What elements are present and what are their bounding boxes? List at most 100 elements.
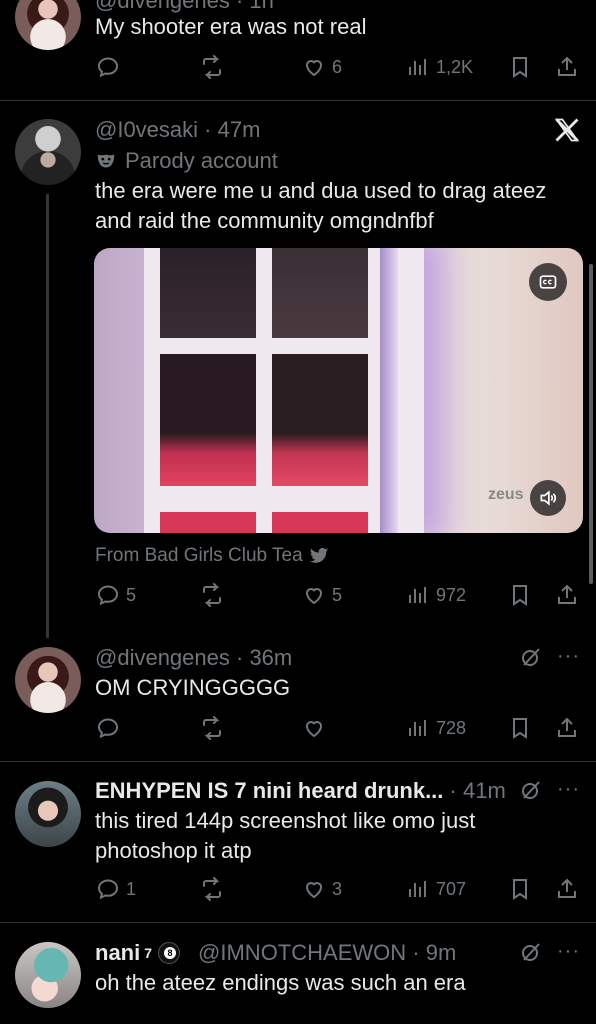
handle[interactable]: @I0vesaki (95, 117, 198, 142)
timestamp[interactable]: 41m (463, 778, 506, 803)
tweet-text: oh the ateez endings was such an era (95, 970, 466, 995)
x-logo-icon[interactable] (553, 116, 581, 144)
bookmark-icon (513, 57, 527, 78)
views-icon (409, 59, 426, 75)
reply-icon (97, 879, 119, 900)
views-icon (409, 587, 426, 603)
share-icon (558, 878, 576, 898)
video-player[interactable]: zeus (94, 248, 583, 533)
mask-icon (97, 154, 115, 168)
like-button[interactable]: 5 (302, 583, 342, 607)
display-name[interactable]: nani (95, 940, 140, 966)
video-pane (160, 248, 256, 338)
share-button[interactable] (555, 716, 579, 740)
like-button[interactable]: 3 (302, 877, 342, 901)
grok-icon[interactable] (519, 645, 543, 669)
repost-button[interactable] (200, 583, 224, 607)
avatar[interactable] (15, 119, 81, 185)
video-source-label: From Bad Girls Club Tea (95, 545, 303, 566)
name-superscript: 7 (144, 945, 153, 961)
volume-icon (540, 490, 557, 506)
heart-icon (305, 882, 323, 899)
heart-icon (305, 588, 323, 605)
thread-line (46, 194, 49, 638)
repost-icon (203, 716, 221, 740)
like-button[interactable]: 6 (302, 55, 342, 79)
share-button[interactable] (555, 877, 579, 901)
divider (0, 922, 596, 923)
bird-icon (309, 547, 328, 563)
reply-icon (97, 585, 119, 606)
bookmark-icon (513, 585, 527, 606)
scrollbar[interactable] (589, 264, 593, 584)
reply-button[interactable]: 1 (96, 877, 136, 901)
handle[interactable]: @divengenes (95, 645, 230, 670)
more-options-icon[interactable]: ··· (557, 778, 580, 801)
like-count: 6 (332, 56, 343, 77)
like-count: 5 (332, 584, 343, 605)
share-button[interactable] (555, 55, 579, 79)
bookmark-icon (513, 879, 527, 900)
repost-icon (203, 55, 221, 79)
views-icon (409, 720, 426, 736)
badge-label: Parody account (125, 148, 278, 173)
reply-count: 5 (126, 584, 137, 605)
timestamp[interactable]: 47m (218, 117, 261, 142)
views-button[interactable]: 1,2K (406, 55, 473, 79)
views-button[interactable]: 972 (406, 583, 466, 607)
bookmark-button[interactable] (508, 55, 532, 79)
divider (0, 761, 596, 762)
avatar[interactable] (15, 0, 81, 50)
video-pane (272, 354, 368, 486)
view-count: 707 (436, 878, 467, 899)
handle[interactable]: @IMNOTCHAEWON (198, 940, 406, 965)
bookmark-icon (513, 718, 527, 739)
reply-icon (97, 57, 119, 78)
more-options-icon[interactable]: ··· (557, 645, 580, 668)
reply-button[interactable] (96, 716, 120, 740)
view-count: 1,2K (436, 56, 474, 77)
views-icon (409, 881, 426, 897)
like-button[interactable] (302, 716, 326, 740)
video-pane (160, 354, 256, 486)
avatar[interactable] (15, 781, 81, 847)
view-count: 728 (436, 717, 467, 738)
timestamp[interactable]: 36m (249, 645, 292, 670)
repost-button[interactable] (200, 877, 224, 901)
bookmark-button[interactable] (508, 716, 532, 740)
bookmark-button[interactable] (508, 583, 532, 607)
timestamp[interactable]: 9m (426, 940, 457, 965)
eight-ball-icon: 8 (158, 942, 181, 964)
repost-button[interactable] (200, 55, 224, 79)
share-icon (558, 717, 576, 737)
view-count: 972 (436, 584, 467, 605)
tweet-header: @I0vesaki · 47m (95, 117, 261, 142)
avatar[interactable] (15, 647, 81, 713)
views-button[interactable]: 707 (406, 877, 466, 901)
display-name[interactable]: ENHYPEN IS 7 nini heard drunk... (95, 778, 443, 803)
more-options-icon[interactable]: ··· (557, 940, 580, 963)
tweet-header: nani 7 8 @IMNOTCHAEWON · 9m (95, 940, 457, 966)
repost-button[interactable] (200, 716, 224, 740)
tweet-text-line: this tired 144p screenshot like omo just (95, 808, 476, 833)
captions-button[interactable] (529, 263, 567, 301)
bookmark-button[interactable] (508, 877, 532, 901)
repost-icon (203, 583, 221, 607)
tweet-text-line: and raid the community omgndnfbf (95, 208, 434, 233)
share-icon (558, 584, 576, 604)
reply-button[interactable] (96, 55, 120, 79)
views-button[interactable]: 728 (406, 716, 466, 740)
video-source[interactable]: From Bad Girls Club Tea (95, 545, 329, 567)
grok-icon[interactable] (519, 778, 543, 802)
mute-button[interactable] (530, 480, 566, 516)
tweet-text: this tired 144p screenshot like omo just… (95, 806, 475, 866)
avatar[interactable] (15, 942, 81, 1008)
share-button[interactable] (555, 583, 579, 607)
like-count: 3 (332, 878, 343, 899)
parody-badge: Parody account (95, 148, 278, 174)
video-pane (160, 512, 256, 533)
tweet-text-line: the era were me u and dua used to drag a… (95, 178, 547, 203)
reply-button[interactable]: 5 (96, 583, 136, 607)
grok-icon[interactable] (519, 940, 543, 964)
reply-icon (97, 718, 119, 739)
